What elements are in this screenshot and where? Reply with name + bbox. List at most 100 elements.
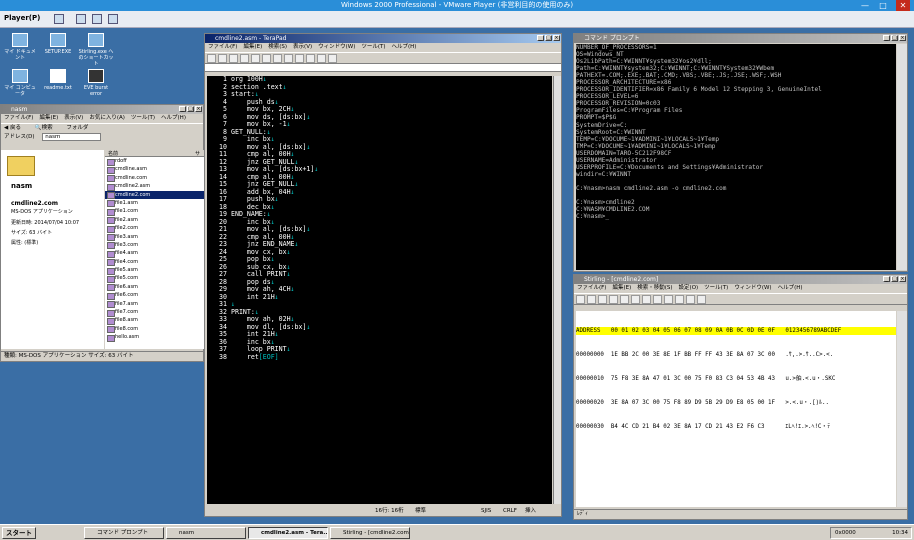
menu-help[interactable]: ヘルプ(H): [778, 285, 803, 291]
menu-view[interactable]: 表示(V): [64, 115, 83, 121]
cut-icon[interactable]: [251, 54, 260, 63]
replace-icon[interactable]: [328, 54, 337, 63]
hex-row[interactable]: 00000000 1E BB 2C 00 3E 8E 1F BB FF FF 4…: [576, 351, 896, 359]
minimize-button[interactable]: _: [179, 106, 186, 112]
file-item[interactable]: file2.com: [105, 224, 204, 234]
save-icon[interactable]: [598, 295, 607, 304]
menu-help[interactable]: ヘルプ(H): [161, 115, 186, 121]
send-ctrl-alt-del-icon[interactable]: [76, 14, 86, 24]
file-item[interactable]: cmdline2.com: [105, 190, 204, 200]
start-button[interactable]: スタート: [2, 527, 36, 539]
file-item[interactable]: file1.com: [105, 207, 204, 217]
file-item[interactable]: cmdline.com: [105, 174, 204, 183]
undo-icon[interactable]: [284, 54, 293, 63]
search-button[interactable]: 🔍検索: [35, 125, 59, 131]
folders-button[interactable]: フォルダ: [66, 125, 94, 131]
vertical-scrollbar[interactable]: [553, 76, 561, 504]
desktop-icon-my-computer[interactable]: マイ コンピュータ: [2, 69, 38, 97]
menu-file[interactable]: ファイル(F): [4, 115, 33, 121]
cut-icon[interactable]: [620, 295, 629, 304]
menu-edit[interactable]: 編集(E): [612, 285, 631, 291]
print-icon[interactable]: [697, 295, 706, 304]
hex-row[interactable]: 00000010 75 F8 3E 8A 47 01 3C 00 75 F0 8…: [576, 375, 896, 383]
maximize-button[interactable]: □: [891, 35, 898, 41]
paste-icon[interactable]: [273, 54, 282, 63]
hex-view[interactable]: ADDRESS 00 01 02 03 04 05 06 07 08 09 0A…: [576, 311, 896, 507]
menu-file[interactable]: ファイル(F): [577, 285, 606, 291]
file-item[interactable]: file4.asm: [105, 249, 204, 259]
back-button[interactable]: ◀ 戻る: [4, 125, 27, 131]
minimize-button[interactable]: _: [883, 276, 890, 282]
file-item[interactable]: file7.asm: [105, 300, 204, 309]
find-next-icon[interactable]: [664, 295, 673, 304]
menu-view[interactable]: 表示(V): [293, 44, 312, 50]
close-button[interactable]: ×: [899, 35, 906, 41]
code-line[interactable]: 30 int 21H↓: [207, 293, 552, 302]
vertical-scrollbar[interactable]: [897, 44, 907, 270]
desktop-icon-setup[interactable]: SETUP.EXE: [40, 33, 76, 55]
print-icon[interactable]: [240, 54, 249, 63]
terapad-title-bar[interactable]: cmdline2.asm - TeraPad _ □ ×: [205, 34, 561, 43]
menu-favorites[interactable]: お気に入り(A): [89, 115, 125, 121]
replace-icon[interactable]: [675, 295, 684, 304]
file-item[interactable]: file7.com: [105, 308, 204, 317]
close-button[interactable]: ✕: [896, 0, 910, 11]
find-icon[interactable]: [306, 54, 315, 63]
unity-icon[interactable]: [108, 14, 118, 24]
file-item[interactable]: file6.com: [105, 291, 204, 301]
task-terapad[interactable]: cmdline2.asm - Tera...: [248, 527, 328, 539]
file-item[interactable]: file3.asm: [105, 233, 204, 242]
menu-edit[interactable]: 編集(E): [243, 44, 262, 50]
open-icon[interactable]: [218, 54, 227, 63]
copy-icon[interactable]: [262, 54, 271, 63]
task-command-prompt[interactable]: コマンド プロンプト: [84, 527, 164, 539]
task-stirling[interactable]: Stirling - [cmdline2.com]: [330, 527, 410, 539]
maximize-button[interactable]: □: [876, 0, 890, 11]
file-item[interactable]: file8.asm: [105, 316, 204, 326]
file-item[interactable]: file4.com: [105, 258, 204, 267]
explorer-title-bar[interactable]: nasm _ □ ×: [1, 105, 203, 114]
stirling-title-bar[interactable]: Stirling - [cmdline2.com] _ □ ×: [574, 275, 907, 284]
cmd-title-bar[interactable]: コマンド プロンプト _ □ ×: [574, 34, 907, 43]
address-input[interactable]: nasm: [42, 133, 102, 141]
desktop-icon-eve[interactable]: EVE burst error: [78, 69, 114, 97]
open-icon[interactable]: [587, 295, 596, 304]
paste-icon[interactable]: [642, 295, 651, 304]
menu-tools[interactable]: ツール(T): [361, 44, 385, 50]
minimize-button[interactable]: _: [537, 35, 544, 41]
file-item[interactable]: file2.asm: [105, 216, 204, 225]
hex-row[interactable]: 00000030 B4 4C CD 21 B4 02 3E 8A 17 CD 2…: [576, 423, 896, 431]
file-item[interactable]: cmdline.asm: [105, 165, 204, 175]
file-item[interactable]: hello.asm: [105, 333, 204, 343]
find-next-icon[interactable]: [317, 54, 326, 63]
console-output[interactable]: NUMBER_OF_PROCESSORS=1 OS=Windows_NT Os2…: [576, 44, 896, 270]
pause-icon[interactable]: [54, 14, 64, 24]
desktop-icon-readme[interactable]: readme.txt: [40, 69, 76, 91]
file-item[interactable]: file1.asm: [105, 199, 204, 208]
file-item[interactable]: file8.com: [105, 325, 204, 334]
redo-icon[interactable]: [295, 54, 304, 63]
minimize-button[interactable]: —: [858, 0, 872, 11]
file-item[interactable]: file3.com: [105, 241, 204, 250]
maximize-button[interactable]: □: [545, 35, 552, 41]
column-size[interactable]: サ: [195, 150, 200, 157]
find-icon[interactable]: [653, 295, 662, 304]
desktop-icon-stirling[interactable]: Stirling.exe へのショートカット: [78, 33, 114, 67]
maximize-button[interactable]: □: [187, 106, 194, 112]
jump-icon[interactable]: [686, 295, 695, 304]
close-button[interactable]: ×: [195, 106, 202, 112]
fullscreen-icon[interactable]: [92, 14, 102, 24]
file-item[interactable]: rdoff: [105, 157, 204, 166]
code-line[interactable]: 38 ret[EOF]: [207, 353, 552, 362]
file-item[interactable]: file6.asm: [105, 283, 204, 292]
vertical-scrollbar[interactable]: [897, 311, 907, 507]
hex-row[interactable]: 00000020 3E 8A 07 3C 00 75 F8 89 D9 5B 2…: [576, 399, 896, 407]
minimize-button[interactable]: _: [883, 35, 890, 41]
menu-tools[interactable]: ツール(T): [131, 115, 155, 121]
close-button[interactable]: ×: [899, 276, 906, 282]
player-menu[interactable]: Player(P): [4, 14, 40, 22]
undo-icon[interactable]: [609, 295, 618, 304]
file-item[interactable]: cmdline2.asm: [105, 182, 204, 192]
maximize-button[interactable]: □: [891, 276, 898, 282]
file-item[interactable]: file5.asm: [105, 266, 204, 275]
